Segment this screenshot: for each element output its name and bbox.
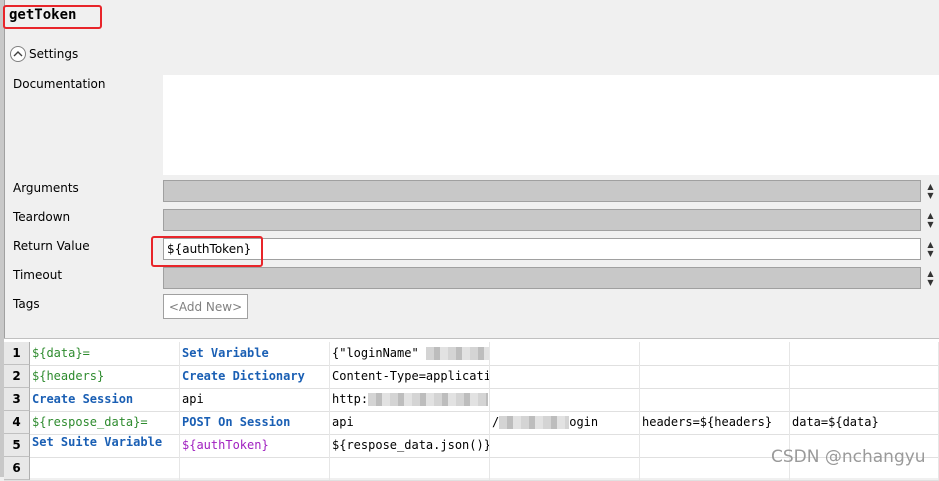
table-row: 3 Create Session api http: bbox=[4, 388, 939, 412]
grid-cell[interactable]: Create Session bbox=[30, 388, 180, 411]
grid-cell[interactable]: headers=${headers} bbox=[640, 411, 790, 434]
table-row: 2 ${headers} Create Dictionary Content-T… bbox=[4, 365, 939, 389]
table-row: 4 ${respose_data}= POST On Session api /… bbox=[4, 411, 939, 435]
timeout-field[interactable] bbox=[163, 267, 921, 289]
grid-cell[interactable]: http: bbox=[330, 388, 490, 411]
grid-cell[interactable]: ${headers} bbox=[30, 365, 180, 388]
redacted-value bbox=[499, 416, 570, 429]
grid-cell[interactable]: POST On Session bbox=[180, 411, 330, 434]
add-tag-button[interactable]: <Add New> bbox=[163, 294, 248, 319]
grid-cell[interactable] bbox=[640, 365, 790, 388]
scroll-up-icon[interactable]: ▲ bbox=[927, 269, 933, 278]
grid-cell[interactable] bbox=[490, 434, 640, 457]
arguments-field[interactable] bbox=[163, 180, 921, 202]
grid-cell[interactable]: ${authToken} bbox=[180, 434, 330, 457]
scroll-down-icon[interactable]: ▼ bbox=[927, 278, 933, 287]
cell-text: http: bbox=[332, 392, 369, 406]
row-number[interactable]: 5 bbox=[4, 434, 30, 457]
watermark-text: CSDN @nchangyu bbox=[771, 447, 926, 467]
timeout-label: Timeout bbox=[13, 268, 63, 282]
grid-cell[interactable] bbox=[790, 388, 939, 411]
grid-cell[interactable] bbox=[640, 434, 790, 457]
redacted-value bbox=[368, 393, 489, 406]
scroll-up-icon[interactable]: ▲ bbox=[927, 211, 933, 220]
settings-label: Settings bbox=[29, 47, 79, 61]
grid-cell[interactable]: Content-Type=applicatio bbox=[330, 365, 490, 388]
row-number[interactable]: 3 bbox=[4, 388, 30, 411]
chevron-up-icon[interactable] bbox=[10, 46, 26, 62]
grid-cell[interactable]: ${data}= bbox=[30, 342, 180, 365]
cell-text: {"loginName" bbox=[332, 346, 419, 360]
teardown-label: Teardown bbox=[13, 210, 71, 224]
arguments-scroll[interactable]: ▲ ▼ bbox=[922, 180, 939, 202]
scroll-down-icon[interactable]: ▼ bbox=[927, 191, 933, 200]
documentation-editor[interactable] bbox=[163, 75, 939, 175]
grid-cell[interactable]: {"loginName" bbox=[330, 342, 490, 365]
grid-cell[interactable]: Create Dictionary bbox=[180, 365, 330, 388]
tags-label: Tags bbox=[13, 297, 40, 311]
scroll-down-icon[interactable]: ▼ bbox=[927, 249, 933, 258]
scroll-up-icon[interactable]: ▲ bbox=[927, 182, 933, 191]
grid-cell[interactable] bbox=[490, 342, 640, 365]
return-value-label: Return Value bbox=[13, 239, 90, 253]
row-number[interactable]: 2 bbox=[4, 365, 30, 388]
row-number[interactable]: 1 bbox=[4, 342, 30, 365]
grid-cell[interactable] bbox=[790, 365, 939, 388]
grid-cell[interactable]: Set Variable bbox=[180, 342, 330, 365]
teardown-field[interactable] bbox=[163, 209, 921, 231]
arguments-label: Arguments bbox=[13, 181, 79, 195]
return-value-field[interactable]: ${authToken} bbox=[163, 238, 921, 260]
documentation-label: Documentation bbox=[13, 77, 106, 91]
grid-cell[interactable]: api bbox=[180, 388, 330, 411]
return-value-text: ${authToken} bbox=[167, 242, 252, 256]
scroll-down-icon[interactable]: ▼ bbox=[927, 220, 933, 229]
grid-cell[interactable]: / ogin bbox=[490, 411, 640, 434]
return-value-scroll[interactable]: ▲ ▼ bbox=[922, 238, 939, 260]
grid-cell[interactable]: data=${data} bbox=[790, 411, 939, 434]
grid-cell[interactable]: ${respose_data.json()}| bbox=[330, 434, 490, 457]
timeout-scroll[interactable]: ▲ ▼ bbox=[922, 267, 939, 289]
cell-text-suffix: ogin bbox=[569, 415, 599, 429]
grid-cell[interactable]: api bbox=[330, 411, 490, 434]
teardown-scroll[interactable]: ▲ ▼ bbox=[922, 209, 939, 231]
keyword-name[interactable]: getToken bbox=[9, 7, 76, 23]
grid-cell[interactable] bbox=[490, 365, 640, 388]
table-row: 1 ${data}= Set Variable {"loginName" bbox=[4, 342, 939, 366]
redacted-value bbox=[425, 347, 489, 360]
grid-cell[interactable] bbox=[640, 342, 790, 365]
cell-text: / bbox=[492, 415, 500, 429]
grid-cell[interactable] bbox=[790, 342, 939, 365]
grid-cell[interactable] bbox=[640, 388, 790, 411]
scroll-up-icon[interactable]: ▲ bbox=[927, 240, 933, 249]
row-number[interactable]: 4 bbox=[4, 411, 30, 434]
settings-toggle[interactable]: Settings bbox=[10, 44, 78, 64]
grid-cell[interactable]: ${respose_data}= bbox=[30, 411, 180, 434]
grid-cell[interactable]: Set Suite Variable bbox=[30, 434, 180, 457]
grid-cell[interactable] bbox=[490, 388, 640, 411]
